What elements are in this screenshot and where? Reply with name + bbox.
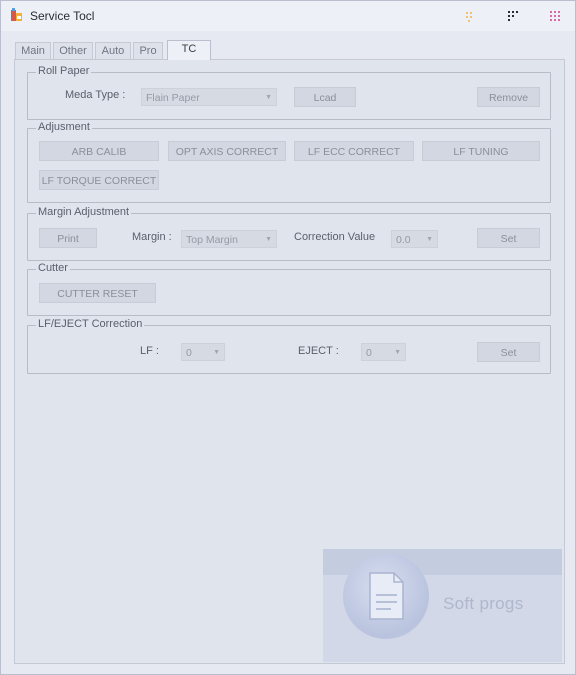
lf-eject-correction-group-label: LF/EJECT Correction	[36, 318, 145, 330]
tab-tc[interactable]: TC	[167, 40, 211, 60]
cutter-group: Cutter CUTTER RESET	[27, 262, 551, 316]
adjustment-group: Adjusment ARB CALIB OPT AXIS CORRECT LF …	[27, 121, 551, 203]
service-tool-window: Service Tocl Main Other Auto Pro TC Roll…	[0, 0, 576, 675]
lf-label: LF :	[140, 345, 159, 357]
chevron-down-icon: ▼	[426, 236, 433, 243]
eject-value: 0	[366, 347, 372, 359]
lf-ecc-correct-button[interactable]: LF ECC CORRECT	[294, 141, 414, 161]
cutter-reset-button[interactable]: CUTTER RESET	[39, 283, 156, 303]
remove-button[interactable]: Remove	[477, 87, 540, 107]
correction-value: 0.0	[396, 234, 411, 246]
media-type-label: Meda Type :	[65, 89, 126, 101]
lf-value: 0	[186, 347, 192, 359]
tab-auto[interactable]: Auto	[95, 42, 131, 60]
eject-label: EJECT :	[298, 345, 339, 357]
load-button[interactable]: Lcad	[294, 87, 356, 107]
margin-value: Top Margin	[186, 234, 238, 246]
roll-paper-group-label: Roll Paper	[36, 65, 92, 77]
chevron-down-icon: ▼	[265, 236, 272, 243]
eject-select[interactable]: 0 ▼	[361, 343, 406, 361]
app-icon	[10, 8, 24, 22]
media-type-select[interactable]: Flain Paper ▼	[141, 88, 277, 106]
margin-adjustment-group-label: Margin Adjustment	[36, 206, 132, 218]
title-bar: Service Tocl	[1, 1, 575, 31]
print-button[interactable]: Print	[39, 228, 97, 248]
opt-axis-correct-button[interactable]: OPT AXIS CORRECT	[168, 141, 286, 161]
maximize-icon[interactable]	[505, 8, 521, 24]
close-icon[interactable]	[547, 8, 563, 24]
lf-torque-correct-button[interactable]: LF TORQUE CORRECT	[39, 170, 159, 190]
minimize-icon[interactable]	[461, 8, 477, 24]
tab-other[interactable]: Other	[53, 42, 93, 60]
correction-value-select[interactable]: 0.0 ▼	[391, 230, 438, 248]
document-icon	[343, 553, 429, 639]
cutter-group-label: Cutter	[36, 262, 70, 274]
lf-eject-set-button[interactable]: Set	[477, 342, 540, 362]
margin-label: Margin :	[132, 231, 172, 243]
margin-select[interactable]: Top Margin ▼	[181, 230, 277, 248]
tab-pro[interactable]: Pro	[133, 42, 163, 60]
margin-set-button[interactable]: Set	[477, 228, 540, 248]
tab-main[interactable]: Main	[15, 42, 51, 60]
roll-paper-group: Roll Paper Meda Type : Flain Paper ▼ Lca…	[27, 65, 551, 120]
watermark-text: Soft progs	[443, 594, 524, 613]
watermark-logo: Soft progs	[323, 549, 562, 662]
chevron-down-icon: ▼	[265, 94, 272, 101]
margin-adjustment-group: Margin Adjustment Print Margin : Top Mar…	[27, 206, 551, 261]
chevron-down-icon: ▼	[213, 349, 220, 356]
lf-tuning-button[interactable]: LF TUNING	[422, 141, 540, 161]
lf-eject-correction-group: LF/EJECT Correction LF : 0 ▼ EJECT : 0 ▼…	[27, 318, 551, 374]
adjustment-group-label: Adjusment	[36, 121, 92, 133]
tc-tab-page: Roll Paper Meda Type : Flain Paper ▼ Lca…	[14, 59, 565, 664]
window-title: Service Tocl	[30, 9, 95, 23]
arb-calib-button[interactable]: ARB CALIB	[39, 141, 159, 161]
chevron-down-icon: ▼	[394, 349, 401, 356]
lf-select[interactable]: 0 ▼	[181, 343, 225, 361]
correction-value-label: Correction Value	[294, 231, 376, 243]
media-type-value: Flain Paper	[146, 92, 200, 104]
